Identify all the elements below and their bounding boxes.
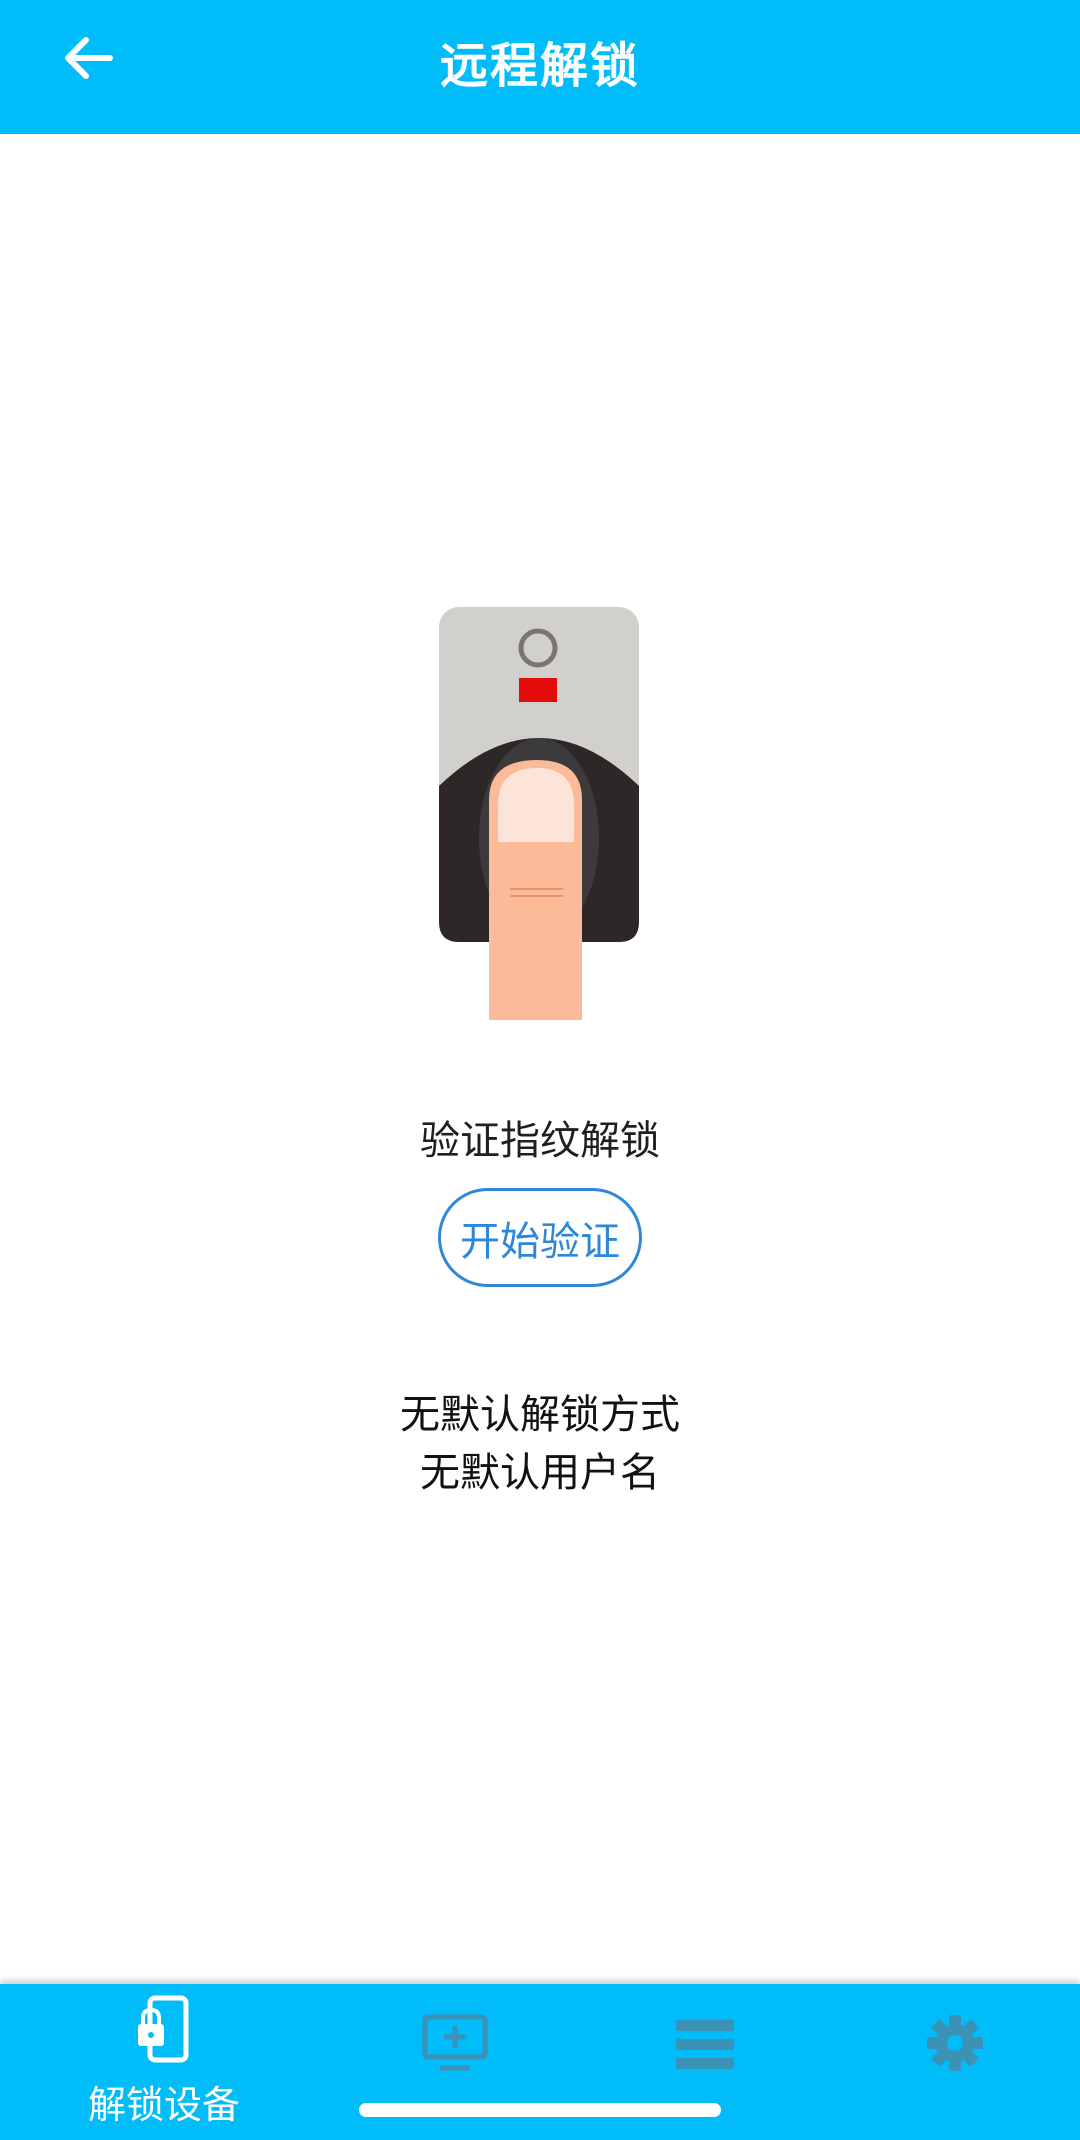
page-title: 远程解锁: [439, 38, 640, 94]
verify-fingerprint-label: 验证指纹解锁: [420, 1118, 660, 1164]
default-info: 无默认解锁方式 无默认用户名: [0, 1386, 1080, 1502]
nav-item-settings[interactable]: [855, 1984, 1055, 2140]
remote-unlock-screen: 远程解锁 验证指纹解锁 开始验证 无默认解锁方式 无默认用户名 解锁设备: [0, 0, 1080, 2140]
nav-item-unlock-device[interactable]: 解锁设备: [64, 1984, 264, 2140]
monitor-add-icon: [422, 2014, 488, 2071]
fingerprint-scanner-icon: [439, 607, 639, 1020]
nav-label-unlock-device: 解锁设备: [87, 2083, 240, 2127]
default-username-text: 无默认用户名: [420, 1450, 660, 1496]
phone-lock-icon: [138, 1995, 189, 2063]
list-icon: [676, 2020, 734, 2069]
home-indicator: [359, 2103, 721, 2117]
start-verify-button[interactable]: 开始验证: [438, 1188, 642, 1287]
default-unlock-method-text: 无默认解锁方式: [400, 1392, 680, 1438]
top-app-bar: 远程解锁: [0, 0, 1080, 134]
gear-icon: [927, 2015, 983, 2071]
